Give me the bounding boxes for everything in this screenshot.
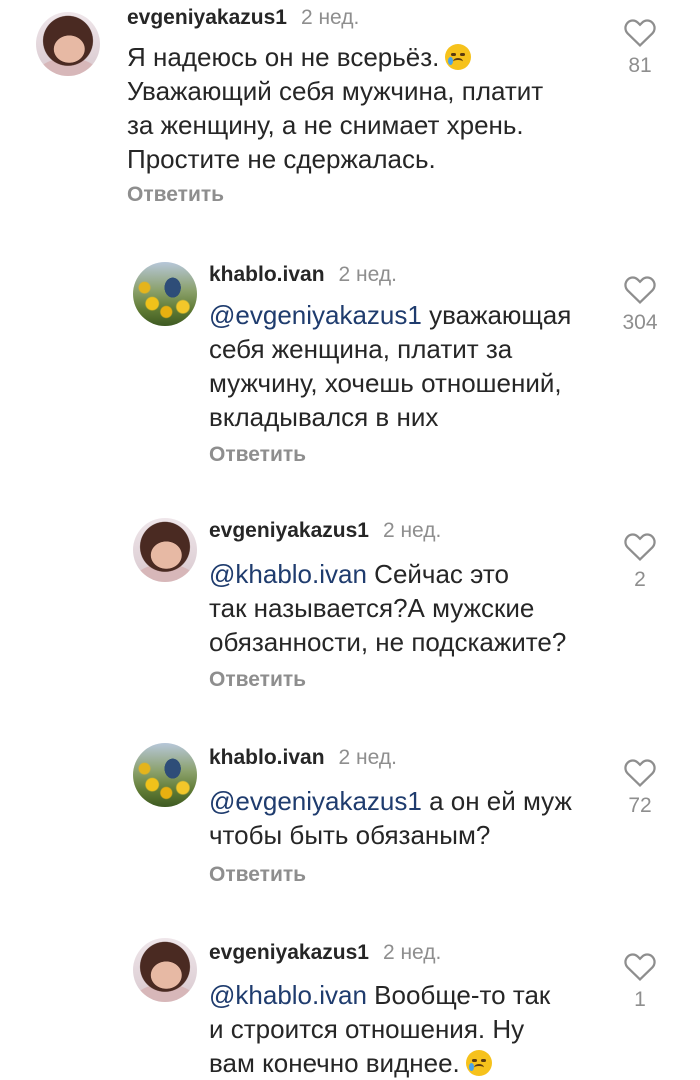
comment-text: @evgeniyakazus1 а он ей муж чтобы быть о… (209, 784, 572, 852)
comment-meta: khablo.ivan 2 нед. (209, 262, 397, 288)
like-count: 2 (634, 568, 646, 591)
comment-line: чтобы быть обязаным? (209, 820, 491, 850)
comment-meta: evgeniyakazus1 2 нед. (209, 940, 441, 966)
like-control: 81 (610, 16, 670, 78)
username-link[interactable]: khablo.ivan (209, 746, 325, 769)
like-count: 81 (628, 54, 652, 77)
heart-outline-icon[interactable] (623, 273, 657, 305)
heart-outline-icon[interactable] (623, 530, 657, 562)
username-link[interactable]: evgeniyakazus1 (209, 519, 369, 542)
comment-line: @khablo.ivan Вообще-то так (209, 980, 551, 1010)
crying-face-emoji (445, 44, 472, 70)
reply-button[interactable]: Ответить (209, 863, 306, 887)
mention-link[interactable]: @khablo.ivan (209, 559, 367, 589)
heart-outline-icon[interactable] (623, 16, 657, 48)
comment-line: так называется?А мужские (209, 593, 535, 623)
avatar[interactable] (133, 743, 197, 807)
avatar[interactable] (36, 12, 100, 76)
comment-line: Простите не сдержалась. (127, 144, 436, 174)
like-control: 2 (610, 530, 670, 592)
comment-text: @khablo.ivan Сейчас это так называется?А… (209, 557, 566, 659)
reply-button[interactable]: Ответить (209, 443, 306, 467)
timestamp: 2 нед. (338, 746, 397, 769)
like-control: 72 (610, 756, 670, 818)
reply-button[interactable]: Ответить (209, 668, 306, 692)
comment-line: @khablo.ivan Сейчас это (209, 559, 509, 589)
comment-text: @evgeniyakazus1 уважающая себя женщина, … (209, 298, 571, 434)
timestamp: 2 нед. (300, 6, 360, 29)
comment-meta: evgeniyakazus1 2 нед. (209, 518, 441, 544)
comment-text: @khablo.ivan Вообще-то так и строится от… (209, 978, 550, 1080)
comment-line: и строится отношения. Ну (209, 1014, 525, 1044)
crying-face-emoji (465, 1050, 492, 1076)
comment-line: Я надеюсь он не всерьёз. (127, 40, 543, 74)
heart-outline-icon[interactable] (623, 756, 657, 788)
timestamp: 2 нед. (338, 263, 397, 286)
comment-meta: khablo.ivan 2 нед. (209, 745, 397, 771)
comment-line: @evgeniyakazus1 а он ей муж (209, 786, 572, 816)
like-count: 72 (628, 794, 652, 817)
comment-line: вам конечно виднее. (209, 1046, 550, 1080)
like-count: 1 (634, 988, 646, 1011)
comment-line: Уважающий себя мужчина, платит (127, 76, 544, 106)
avatar[interactable] (133, 262, 197, 326)
comment-line: @evgeniyakazus1 уважающая (209, 300, 572, 330)
avatar[interactable] (133, 518, 197, 582)
comment-line: мужчину, хочешь отношений, (209, 368, 562, 398)
comment-line: за женщину, а не снимает хрень. (127, 110, 524, 140)
comment-meta: evgeniyakazus1 2 нед. (127, 5, 359, 31)
username-link[interactable]: khablo.ivan (209, 263, 325, 286)
reply-button[interactable]: Ответить (127, 183, 224, 207)
like-control: 1 (610, 950, 670, 1012)
comment-line: обязанности, не подскажите? (209, 627, 567, 657)
mention-link[interactable]: @evgeniyakazus1 (209, 300, 422, 330)
avatar[interactable] (133, 938, 197, 1002)
heart-outline-icon[interactable] (623, 950, 657, 982)
mention-link[interactable]: @khablo.ivan (209, 980, 367, 1010)
mention-link[interactable]: @evgeniyakazus1 (209, 786, 422, 816)
username-link[interactable]: evgeniyakazus1 (209, 941, 369, 964)
username-link[interactable]: evgeniyakazus1 (127, 6, 287, 29)
comment-line: вкладывался в них (209, 402, 439, 432)
timestamp: 2 нед. (382, 519, 442, 542)
like-control: 304 (610, 273, 670, 335)
comment-text: Я надеюсь он не всерьёз. Уважающий себя … (127, 40, 543, 176)
like-count: 304 (622, 311, 658, 334)
comment-line: себя женщина, платит за (209, 334, 513, 364)
timestamp: 2 нед. (382, 941, 442, 964)
